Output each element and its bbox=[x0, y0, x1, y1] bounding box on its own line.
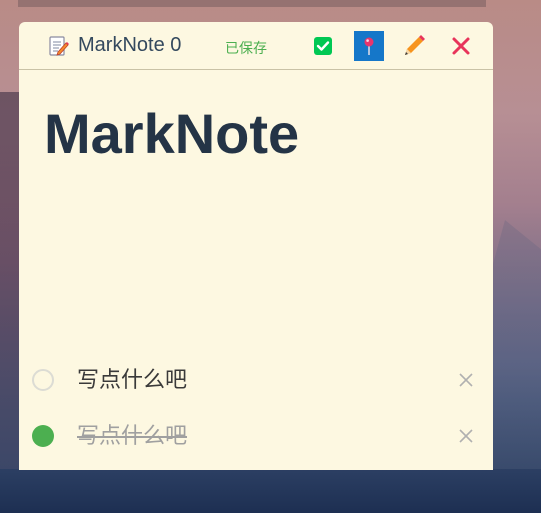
edit-button[interactable] bbox=[399, 31, 429, 61]
note-window: MarkNote 0 已保存 MarkNote 写点什么吧 写点什么吧 bbox=[19, 22, 493, 470]
close-icon[interactable] bbox=[457, 371, 475, 389]
todo-checkbox[interactable] bbox=[32, 425, 54, 447]
background-window-edge bbox=[18, 0, 486, 7]
todo-text[interactable]: 写点什么吧 bbox=[77, 422, 187, 452]
notepad-pencil-icon bbox=[49, 35, 69, 57]
background-bottom bbox=[0, 469, 541, 513]
todo-checkbox[interactable] bbox=[32, 369, 54, 391]
note-heading: MarkNote bbox=[44, 102, 300, 165]
app-title: MarkNote 0 bbox=[78, 34, 182, 56]
todo-text[interactable]: 写点什么吧 bbox=[77, 366, 187, 396]
todo-item: 写点什么吧 bbox=[19, 417, 493, 457]
save-status: 已保存 bbox=[225, 41, 267, 57]
close-button[interactable] bbox=[446, 31, 476, 61]
close-icon[interactable] bbox=[457, 427, 475, 445]
pin-button[interactable] bbox=[354, 31, 384, 61]
complete-button[interactable] bbox=[308, 31, 338, 61]
todo-item: 写点什么吧 bbox=[19, 361, 493, 401]
title-bar[interactable]: MarkNote 0 已保存 bbox=[19, 22, 493, 70]
